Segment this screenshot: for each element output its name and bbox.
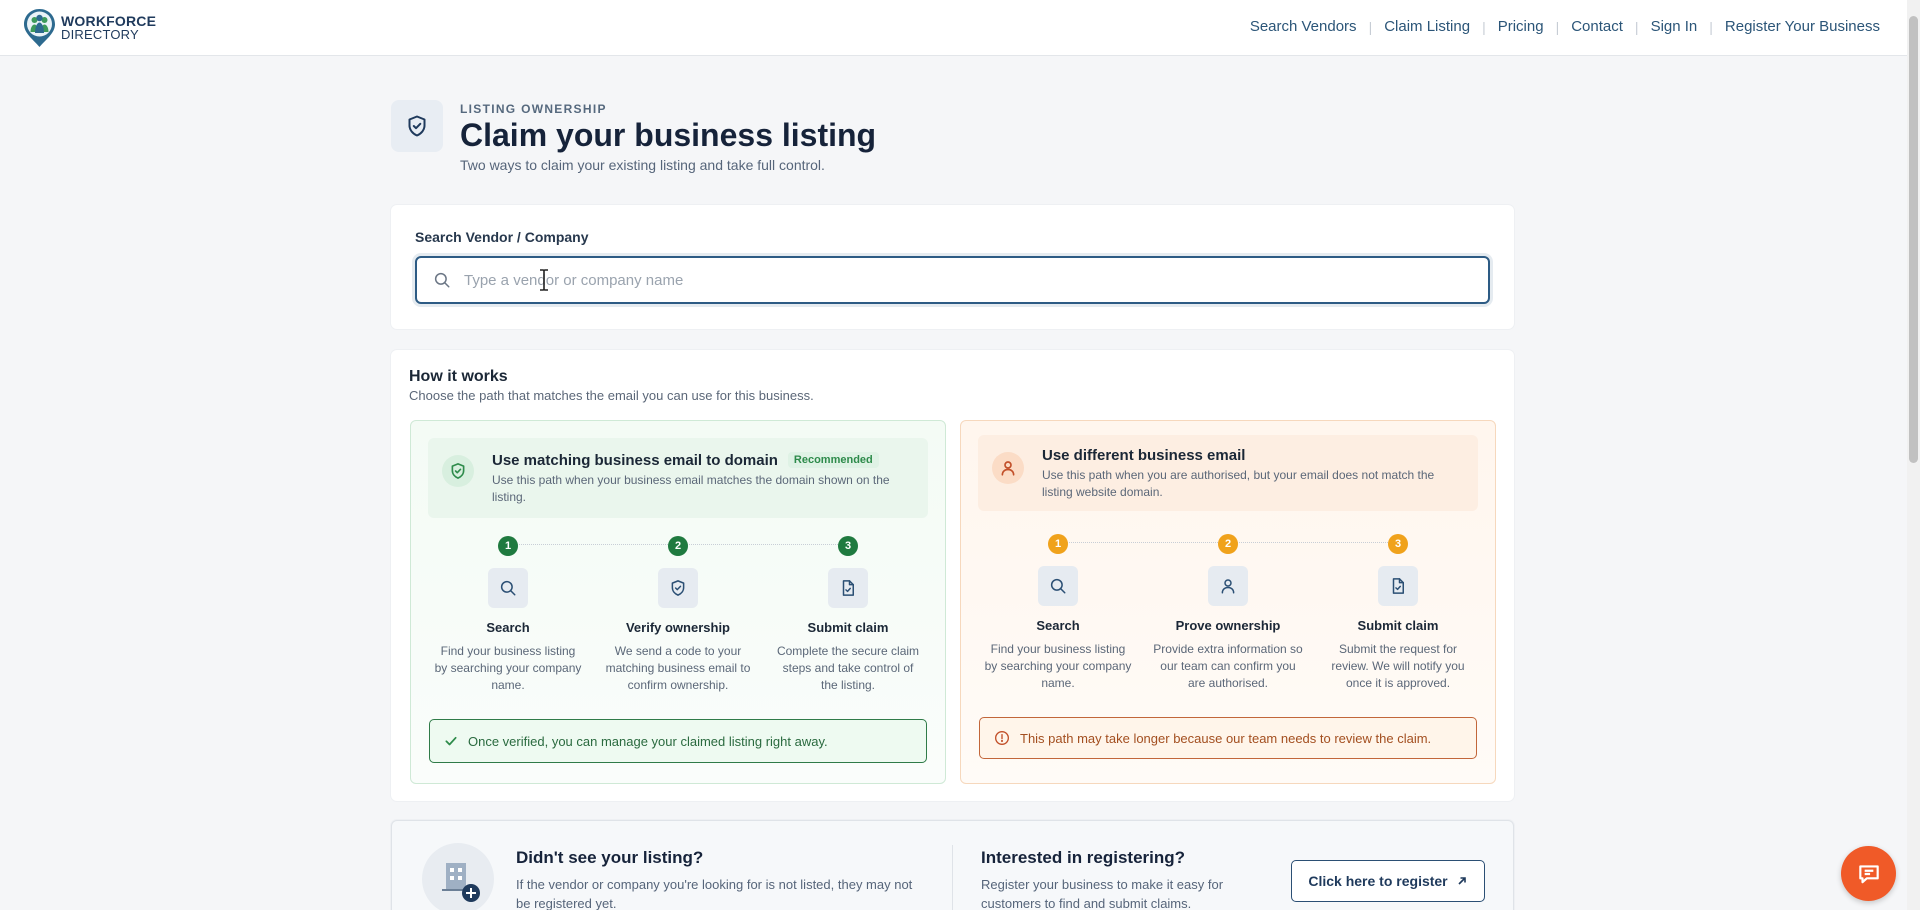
page-subtitle: Two ways to claim your existing listing … [460,157,825,173]
missing-listing-description: If the vendor or company you're looking … [516,877,913,910]
step-verify-ownership: 2 Verify ownership We send a code to you… [593,536,763,694]
warning-note: This path may take longer because our te… [979,717,1477,759]
step-number: 1 [1048,534,1068,554]
note-text: Once verified, you can manage your claim… [468,733,828,749]
step-description: Provide extra information so our team ca… [1153,642,1303,690]
document-check-icon [1378,566,1418,606]
step-number: 2 [668,536,688,556]
register-button[interactable]: Click here to register [1291,860,1485,902]
nav-register-business[interactable]: Register Your Business [1725,18,1880,35]
nav-contact[interactable]: Contact [1571,18,1623,35]
step-submit-claim: 3 Submit claim Complete the secure claim… [763,536,933,694]
step-search: 1 Search Find your business listing by s… [423,536,593,694]
path-title-text: Use matching business email to domain [492,452,778,469]
how-it-works-card: How it works Choose the path that matche… [391,350,1514,801]
step-search: 1 Search Find your business listing by s… [973,534,1143,692]
nav-separator: | [1482,18,1486,35]
nav-claim-listing[interactable]: Claim Listing [1384,18,1470,35]
path-title: Use matching business email to domain Rec… [492,452,879,469]
step-title: Search [486,620,530,635]
steps-list: 1 Search Find your business listing by s… [961,534,1495,704]
recommended-badge: Recommended [787,452,879,468]
building-add-icon [422,843,494,910]
search-card: Search Vendor / Company [391,205,1514,329]
nav-separator: | [1368,18,1373,35]
logo-pin-icon [24,9,55,47]
shield-check-icon [391,100,443,152]
step-description: Find your business listing by searching … [984,642,1132,690]
register-button-label: Click here to register [1308,873,1448,889]
step-number: 2 [1218,534,1238,554]
step-number: 3 [838,536,858,556]
logo[interactable]: WORKFORCE DIRECTORY [23,8,156,48]
text-cursor-icon [540,269,548,291]
step-description: Find your business listing by searching … [434,644,582,692]
user-icon [992,452,1024,484]
note-text: This path may take longer because our te… [1020,730,1432,746]
chat-bubble-icon [1858,864,1879,883]
register-description: Register your business to make it easy f… [981,877,1224,910]
user-icon [1208,566,1248,606]
path-matching-email[interactable]: Use matching business email to domain Rec… [410,420,946,784]
path-different-email[interactable]: Use different business email Use this pa… [960,420,1496,784]
page-scrollbar[interactable] [1907,0,1920,910]
missing-listing-title: Didn't see your listing? [516,848,704,867]
step-number: 3 [1388,534,1408,554]
path-title: Use different business email [1042,447,1246,464]
step-description: We send a code to your matching business… [605,644,751,692]
step-title: Submit claim [807,620,889,635]
step-prove-ownership: 2 Prove ownership Provide extra informat… [1143,534,1313,692]
page-eyebrow: LISTING OWNERSHIP [460,102,607,116]
page-title: Claim your business listing [460,117,877,153]
bottom-cta-card: Didn't see your listing? If the vendor o… [391,820,1514,910]
search-icon [488,568,528,608]
path-description: Use this path when you are authorised, b… [1042,468,1435,499]
logo-line-2: DIRECTORY [61,27,139,42]
nav-separator: | [1555,18,1560,35]
step-submit-claim: 3 Submit claim Submit the request for re… [1313,534,1483,692]
step-description: Complete the secure claim steps and take… [776,644,920,692]
logo-line-1: WORKFORCE [61,13,157,29]
shield-check-icon [658,568,698,608]
path-header: Use matching business email to domain Rec… [428,438,928,518]
divider [952,845,953,910]
chat-button[interactable] [1841,846,1896,901]
nav-sign-in[interactable]: Sign In [1651,18,1698,35]
top-navigation-bar: WORKFORCE DIRECTORY Search Vendors | Cla… [0,0,1907,56]
document-check-icon [828,568,868,608]
how-it-works-subtitle: Choose the path that matches the email y… [409,388,814,403]
main-nav: Search Vendors | Claim Listing | Pricing… [1250,18,1880,35]
search-box[interactable] [415,256,1490,304]
step-title: Submit claim [1357,618,1439,633]
nav-pricing[interactable]: Pricing [1498,18,1544,35]
step-description: Submit the request for review. We will n… [1331,642,1465,690]
nav-search-vendors[interactable]: Search Vendors [1250,18,1357,35]
steps-list: 1 Search Find your business listing by s… [411,536,945,706]
checkmark-icon [445,736,457,746]
search-input[interactable] [464,268,1474,292]
how-it-works-title: How it works [409,368,508,385]
external-link-icon [1458,877,1466,885]
nav-separator: | [1634,18,1639,35]
shield-check-icon [442,455,474,487]
step-number: 1 [498,536,518,556]
info-circle-icon [995,731,1009,745]
success-note: Once verified, you can manage your claim… [429,719,927,763]
step-title: Prove ownership [1175,618,1281,633]
path-header: Use different business email Use this pa… [978,435,1478,511]
nav-separator: | [1709,18,1713,35]
scrollbar-thumb[interactable] [1909,16,1918,463]
path-description: Use this path when your business email m… [492,473,890,504]
register-title: Interested in registering? [981,848,1186,867]
search-icon [1038,566,1078,606]
search-label: Search Vendor / Company [415,229,589,245]
step-title: Search [1036,618,1080,633]
step-title: Verify ownership [625,620,731,635]
search-icon [434,272,450,288]
